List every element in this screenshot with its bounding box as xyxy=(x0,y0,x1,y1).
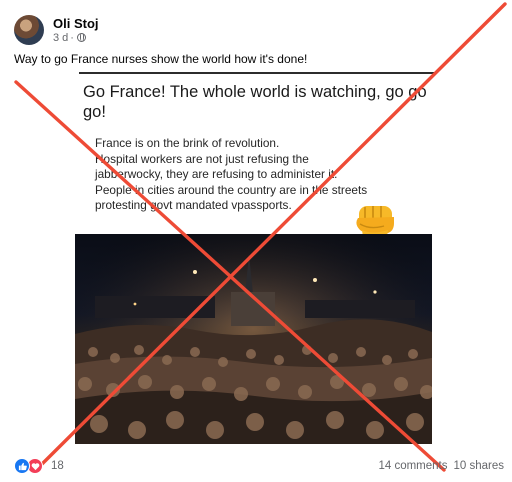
body-line: Hospital workers are not just refusing t… xyxy=(95,151,309,166)
post-header: Oli Stoj 3 d · xyxy=(14,12,99,48)
crowd-scene xyxy=(75,234,432,444)
avatar[interactable] xyxy=(14,15,44,45)
body-line: People in cities around the country are … xyxy=(95,182,368,197)
shared-image[interactable]: Go France! The whole world is watching, … xyxy=(75,72,437,444)
body-line: France is on the brink of revolution. xyxy=(95,136,280,150)
post-footer: 18 14 comments 10 shares xyxy=(14,456,504,476)
reaction-count[interactable]: 18 xyxy=(51,460,64,472)
engagement-counts: 14 comments 10 shares xyxy=(378,460,504,472)
facebook-post: Oli Stoj 3 d · Way to go France nurses s… xyxy=(0,0,512,482)
author-name[interactable]: Oli Stoj xyxy=(53,16,99,31)
post-meta: 3 d · xyxy=(53,31,99,45)
crowd-photo xyxy=(75,234,432,444)
body-line: jabberwocky, they are refusing to admini… xyxy=(95,167,338,181)
reactions[interactable]: 18 xyxy=(14,458,64,474)
shares-count[interactable]: 10 shares xyxy=(453,460,504,472)
meta-separator: · xyxy=(70,31,74,44)
comments-count[interactable]: 14 comments xyxy=(378,460,447,472)
divider xyxy=(79,72,437,74)
author-block: Oli Stoj 3 d · xyxy=(53,16,99,45)
post-time[interactable]: 3 d xyxy=(53,31,68,45)
post-caption: Way to go France nurses show the world h… xyxy=(14,52,308,66)
like-icon xyxy=(14,458,30,474)
globe-icon xyxy=(76,33,86,42)
image-title: Go France! The whole world is watching, … xyxy=(83,83,427,121)
